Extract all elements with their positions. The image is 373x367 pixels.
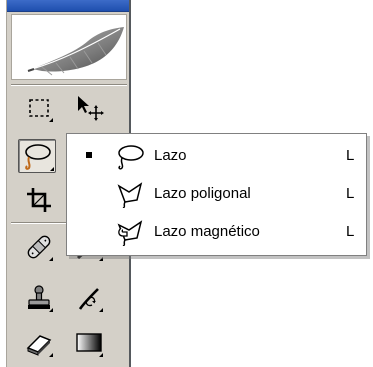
tool-history-brush[interactable] (74, 283, 104, 313)
submenu-triangle-icon (99, 257, 103, 261)
menu-item-label: Lazo (154, 147, 187, 164)
menu-item-shortcut: L (346, 185, 355, 202)
submenu-triangle-icon (49, 353, 53, 357)
toolbox-titlebar[interactable] (7, 0, 129, 12)
submenu-triangle-icon (49, 118, 53, 122)
lasso-icon (118, 145, 144, 170)
selected-indicator-icon (86, 152, 92, 158)
menu-item-label: Lazo poligonal (154, 185, 251, 202)
menu-item-shortcut: L (346, 147, 355, 164)
polygonal-lasso-icon (117, 182, 143, 208)
tool-lasso[interactable] (18, 139, 56, 173)
menu-item-label: Lazo magnético (154, 223, 260, 240)
menu-item-magnetic-lasso[interactable]: Lazo magnético L (67, 212, 366, 250)
crop-icon (27, 188, 51, 212)
submenu-triangle-icon (99, 308, 103, 312)
tool-crop[interactable] (24, 185, 54, 215)
submenu-triangle-icon (49, 257, 53, 261)
lasso-flyout-menu: Lazo L Lazo poligonal L Lazo magnético L (66, 133, 367, 256)
toolbox-separator (11, 84, 127, 86)
tool-move[interactable] (74, 93, 104, 123)
menu-item-lasso[interactable]: Lazo L (67, 136, 366, 174)
feather-logo[interactable] (11, 14, 127, 80)
submenu-triangle-icon (50, 167, 54, 171)
tool-healing-brush[interactable] (24, 232, 54, 262)
menu-item-shortcut: L (346, 223, 355, 240)
tool-gradient[interactable] (74, 328, 104, 358)
tool-eraser[interactable] (24, 328, 54, 358)
submenu-triangle-icon (99, 353, 103, 357)
tool-clone-stamp[interactable] (24, 283, 54, 313)
screenshot-stage: Lazo L Lazo poligonal L Lazo magnético L (0, 0, 373, 367)
move-icon (78, 96, 104, 121)
submenu-triangle-icon (49, 308, 53, 312)
menu-item-polygonal-lasso[interactable]: Lazo poligonal L (67, 174, 366, 212)
tool-rect-marquee[interactable] (24, 93, 54, 123)
magnetic-lasso-icon (117, 220, 143, 246)
